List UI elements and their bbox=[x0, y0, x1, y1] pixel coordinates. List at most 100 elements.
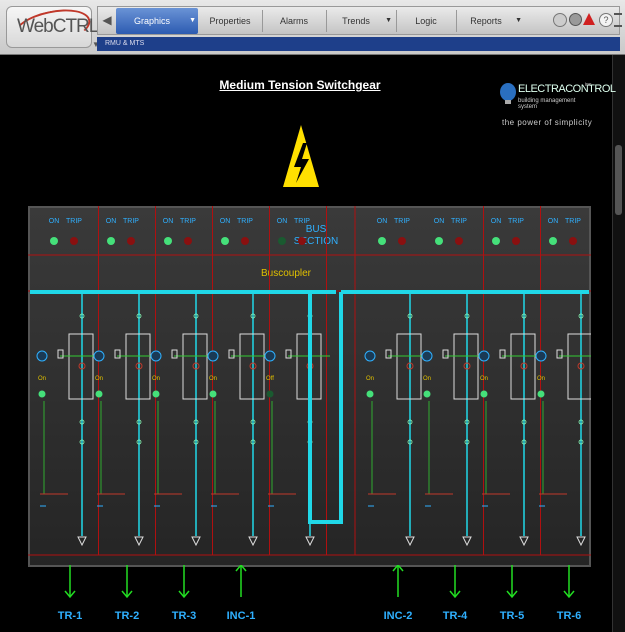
trip-indicator-led bbox=[184, 237, 192, 245]
feeder-label: TR-6 bbox=[557, 610, 581, 622]
trip-label: TRIP bbox=[123, 218, 139, 225]
on-label: ON bbox=[548, 218, 559, 225]
tab-alarms[interactable]: Alarms bbox=[264, 8, 324, 34]
trip-label: TRIP bbox=[565, 218, 581, 225]
on-indicator-led bbox=[278, 237, 286, 245]
nav-separator bbox=[262, 10, 263, 32]
state-led bbox=[209, 390, 217, 398]
tab-alarms-label: Alarms bbox=[279, 16, 308, 26]
motor-icon bbox=[150, 350, 162, 362]
state-label: On bbox=[480, 376, 488, 382]
trip-label: TRIP bbox=[451, 218, 467, 225]
trip-label: TRIP bbox=[508, 218, 524, 225]
motor-icon bbox=[421, 350, 433, 362]
tab-trends[interactable]: Trends ▼ bbox=[328, 8, 394, 34]
on-label: ON bbox=[163, 218, 174, 225]
feeder-inc-1[interactable]: INC-1 bbox=[227, 565, 256, 622]
state-label: On bbox=[38, 376, 46, 382]
tab-reports[interactable]: Reports ▼ bbox=[458, 8, 524, 34]
trip-label: TRIP bbox=[237, 218, 253, 225]
state-label: On bbox=[209, 376, 217, 382]
feeder-tr-3[interactable]: TR-3 bbox=[172, 565, 196, 622]
feeder-tr-4[interactable]: TR-4 bbox=[443, 565, 468, 622]
state-label: On bbox=[152, 376, 160, 382]
chevron-down-icon[interactable]: ▼ bbox=[515, 8, 522, 34]
tab-graphics[interactable]: Graphics ▼ bbox=[116, 8, 198, 34]
brand-tagline: the power of simplicity bbox=[502, 118, 593, 127]
alarm-icon[interactable] bbox=[553, 13, 567, 27]
tab-graphics-label: Graphics bbox=[133, 16, 170, 26]
high-voltage-warning-icon bbox=[283, 125, 319, 187]
scrollbar-thumb[interactable] bbox=[615, 145, 622, 215]
trip-indicator-led bbox=[127, 237, 135, 245]
state-led bbox=[537, 390, 545, 398]
bulb-logo-icon bbox=[500, 83, 516, 104]
feeder-tr-6[interactable]: TR-6 bbox=[557, 565, 581, 622]
trip-label: TRIP bbox=[294, 218, 310, 225]
info-icon[interactable]: ? bbox=[599, 13, 613, 27]
on-label: ON bbox=[106, 218, 117, 225]
switchgear-panel: BUS SECTION Buscoupler ON TRIPOnON TRIPOnO… bbox=[28, 206, 591, 567]
feeder-label: TR-5 bbox=[500, 610, 524, 622]
feeder-label: TR-4 bbox=[443, 610, 468, 622]
feeder-inc-2[interactable]: INC-2 bbox=[384, 565, 413, 622]
on-label: ON bbox=[434, 218, 445, 225]
brand-subtitle: building management system bbox=[518, 98, 576, 110]
trip-label: TRIP bbox=[180, 218, 196, 225]
state-label: On bbox=[95, 376, 103, 382]
nav-separator bbox=[326, 10, 327, 32]
motor-icon bbox=[535, 350, 547, 362]
app-header: WebCTRL ▼ ◀ Graphics ▼ Properties Alarms… bbox=[0, 0, 625, 55]
motor-icon bbox=[364, 350, 376, 362]
chevron-down-icon[interactable]: ▼ bbox=[385, 8, 392, 34]
state-led bbox=[366, 390, 374, 398]
state-led bbox=[38, 390, 46, 398]
nav-separator bbox=[396, 10, 397, 32]
flag-icon[interactable] bbox=[583, 13, 595, 25]
state-led bbox=[95, 390, 103, 398]
nav-separator bbox=[456, 10, 457, 32]
state-label: On bbox=[537, 376, 545, 382]
on-indicator-led bbox=[107, 237, 115, 245]
trip-indicator-led bbox=[398, 237, 406, 245]
motor-icon bbox=[264, 350, 276, 362]
on-label: ON bbox=[377, 218, 388, 225]
brand-suffix: inc bbox=[585, 82, 592, 88]
feeder-label: TR-3 bbox=[172, 610, 196, 622]
state-led bbox=[266, 390, 274, 398]
trip-label: TRIP bbox=[394, 218, 410, 225]
tab-properties-label: Properties bbox=[209, 16, 251, 26]
feeder-tr-2[interactable]: TR-2 bbox=[115, 565, 139, 622]
on-indicator-led bbox=[221, 237, 229, 245]
trip-indicator-led bbox=[298, 237, 306, 245]
trip-indicator-led bbox=[70, 237, 78, 245]
feeder-label: INC-1 bbox=[227, 610, 256, 622]
on-indicator-led bbox=[435, 237, 443, 245]
brand-name: ELECTRACONTROL bbox=[518, 83, 616, 95]
tab-logic[interactable]: Logic bbox=[398, 8, 454, 34]
tab-logic-label: Logic bbox=[415, 16, 437, 26]
vertical-scrollbar[interactable] bbox=[612, 55, 625, 632]
feeder-tr-1[interactable]: TR-1 bbox=[58, 565, 82, 622]
on-indicator-led bbox=[492, 237, 500, 245]
menu-icon[interactable] bbox=[614, 13, 622, 27]
breadcrumb[interactable]: RMU & MTS bbox=[97, 37, 620, 51]
state-led bbox=[152, 390, 160, 398]
on-indicator-led bbox=[164, 237, 172, 245]
on-indicator-led bbox=[50, 237, 58, 245]
bus-section-label-1: BUS bbox=[306, 224, 327, 235]
tab-reports-label: Reports bbox=[470, 16, 502, 26]
help-icon[interactable] bbox=[569, 13, 582, 26]
motor-icon bbox=[93, 350, 105, 362]
chevron-down-icon[interactable]: ▼ bbox=[189, 8, 196, 34]
buscoupler-label: Buscoupler bbox=[261, 268, 312, 279]
state-label: On bbox=[423, 376, 431, 382]
feeder-tr-5[interactable]: TR-5 bbox=[500, 565, 524, 622]
page-title: Medium Tension Switchgear bbox=[219, 78, 381, 92]
tab-properties[interactable]: Properties bbox=[200, 8, 260, 34]
back-arrow-icon[interactable]: ◀ bbox=[100, 10, 114, 30]
tab-trends-label: Trends bbox=[342, 16, 370, 26]
webctrl-logo[interactable]: WebCTRL bbox=[6, 3, 99, 53]
trip-indicator-led bbox=[455, 237, 463, 245]
motor-icon bbox=[36, 350, 48, 362]
